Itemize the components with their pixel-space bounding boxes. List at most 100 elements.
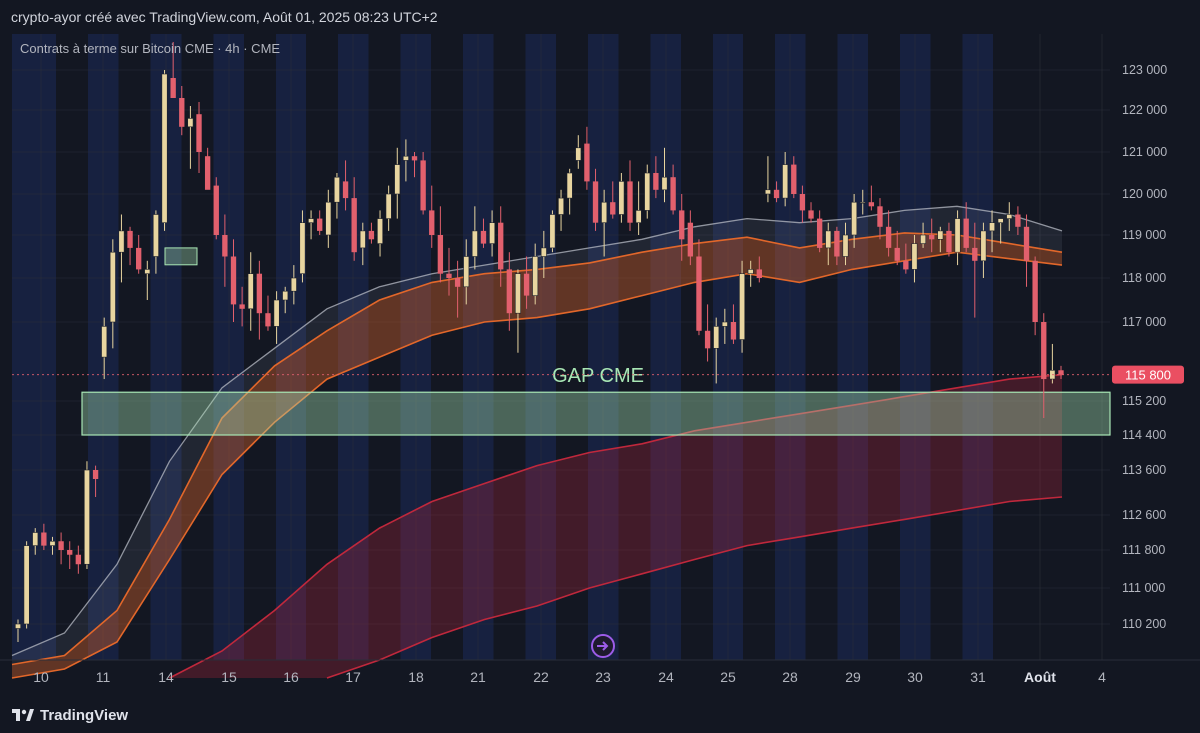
candle-body [610, 202, 616, 215]
candle-body [152, 214, 159, 257]
y-axis-tick-label: 111 800 [1122, 543, 1165, 557]
y-axis-tick-label: 119 000 [1122, 228, 1166, 242]
candle-body [764, 189, 771, 195]
x-axis-tick-label: 25 [720, 669, 736, 685]
candle-body [825, 230, 832, 249]
last-price-label: 115 800 [1125, 368, 1171, 383]
y-axis-tick-label: 110 200 [1122, 617, 1166, 631]
candle-body [696, 256, 702, 331]
candle-body [127, 230, 133, 248]
candle-body [972, 247, 978, 261]
candle-body [773, 189, 780, 199]
candle-body [661, 176, 668, 191]
candle-body [15, 623, 21, 629]
candle-body [161, 73, 168, 223]
x-axis-tick-label: 4 [1098, 669, 1106, 685]
candle-body [471, 230, 478, 257]
candle-body [109, 251, 116, 323]
candle-body [480, 230, 487, 244]
candle-body [980, 230, 987, 262]
candle-body [653, 173, 659, 190]
candle-body [23, 545, 30, 625]
candle-body [911, 243, 918, 270]
candle-body [75, 554, 82, 565]
x-axis-tick-label: 18 [408, 669, 424, 685]
x-axis-tick-label: 28 [782, 669, 798, 685]
candle-body [1032, 260, 1038, 322]
session-stripe [12, 34, 56, 660]
candle-body [635, 210, 642, 223]
x-axis-tick-label: Août [1024, 669, 1056, 685]
candle-body [963, 218, 969, 248]
tradingview-logo[interactable]: TradingView [12, 707, 128, 724]
candle-body [730, 322, 737, 340]
candle-body [41, 532, 47, 546]
candle-body [67, 550, 73, 555]
candle-body [627, 181, 633, 223]
candle-body [1023, 226, 1030, 261]
x-axis-tick-label: 14 [158, 669, 174, 685]
candle-body [454, 278, 461, 287]
candle-body [204, 156, 211, 190]
candle-body [351, 198, 357, 253]
candle-body [739, 273, 746, 340]
candle-body [49, 540, 56, 546]
y-axis-tick-label: 122 000 [1122, 103, 1167, 117]
candle-body [954, 218, 961, 253]
candle-body [920, 234, 927, 244]
candle-body [411, 156, 418, 161]
y-axis-tick-label: 112 600 [1122, 508, 1166, 522]
candle-body [816, 218, 823, 248]
candle-body [670, 177, 676, 211]
candle-body [903, 260, 909, 270]
x-axis-tick-label: 30 [907, 669, 923, 685]
candle-body [713, 326, 720, 349]
price-chart[interactable]: GAP CME 115 800 123 000 122 000 121 000 120 0… [0, 34, 1200, 699]
candle-body [799, 194, 806, 211]
candle-body [868, 202, 875, 207]
x-axis-tick-label: 22 [533, 669, 549, 685]
candle-body [506, 269, 513, 314]
y-axis-tick-label: 111 000 [1122, 581, 1165, 595]
candle-body [1015, 214, 1021, 227]
candle-body [540, 247, 547, 257]
candle-body [359, 230, 366, 249]
candle-body [575, 147, 582, 161]
candle-body [584, 143, 590, 182]
candle-body [592, 181, 599, 223]
candle-body [558, 197, 565, 215]
candle-body [368, 230, 375, 240]
x-axis-tick-label: 11 [96, 669, 111, 685]
candle-body [1058, 370, 1064, 375]
candle-body [92, 470, 99, 479]
x-axis-tick-label: 29 [845, 669, 861, 685]
tradingview-logo-icon [12, 708, 34, 721]
candle-body [791, 164, 797, 194]
candle-body [230, 256, 237, 305]
candle-body [83, 469, 90, 565]
x-axis-tick-label: 24 [658, 669, 674, 685]
x-axis-tick-label: 21 [470, 669, 486, 685]
x-axis-tick-label: 23 [595, 669, 611, 685]
symbol-legend: Contrats à terme sur Bitcoin CME · 4h · … [20, 41, 281, 56]
candle-body [851, 201, 858, 236]
candle-body [549, 214, 556, 249]
x-axis-tick-label: 17 [345, 669, 361, 685]
candle-body [618, 181, 625, 215]
candle-body [394, 164, 401, 195]
candle-body [437, 235, 444, 274]
y-axis-tick-label: 117 000 [1122, 315, 1166, 329]
candle-body [679, 210, 685, 240]
y-axis-tick-label: 120 000 [1122, 187, 1167, 201]
candle-body [299, 222, 306, 274]
candle-body [894, 247, 900, 261]
candle-body [187, 118, 194, 128]
candle-body [489, 222, 496, 244]
candle-body [256, 273, 263, 314]
candle-body [290, 277, 297, 292]
candle-body [946, 230, 952, 253]
candle-body [1006, 214, 1013, 219]
y-axis-tick-label: 118 000 [1122, 271, 1166, 285]
replay-icon[interactable] [591, 634, 615, 658]
candle-body [385, 193, 392, 219]
